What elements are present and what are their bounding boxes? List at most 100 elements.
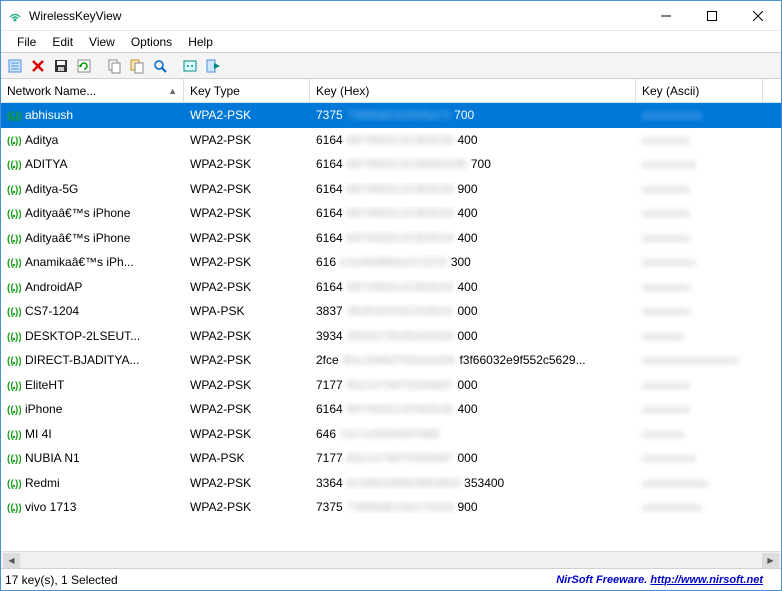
menu-edit[interactable]: Edit [44, 33, 81, 51]
tool-refresh-icon[interactable] [74, 56, 94, 76]
table-row[interactable]: (())Adityaâ€™s iPhoneWPA2-PSK61646974583… [1, 201, 781, 226]
table-row[interactable]: (())NUBIA N1WPA-PSK71776521474875556b970… [1, 446, 781, 471]
cell-network-name: (())EliteHT [1, 378, 184, 392]
cell-key-ascii: xxxxxxxx [636, 304, 763, 318]
maximize-button[interactable] [689, 1, 735, 31]
menu-options[interactable]: Options [123, 33, 180, 51]
cell-network-name: (())Adityaâ€™s iPhone [1, 206, 184, 220]
column-key-type[interactable]: Key Type [184, 79, 310, 102]
table-row[interactable]: (())MI 4IWPA2-PSK64616c7e5864697668xxxxx… [1, 422, 781, 447]
svg-text:)): )) [15, 405, 21, 415]
tool-exit-icon[interactable] [203, 56, 223, 76]
svg-text:((: (( [7, 356, 14, 366]
column-key-ascii[interactable]: Key (Ascii) [636, 79, 763, 102]
svg-text:)): )) [15, 332, 21, 342]
svg-text:((: (( [7, 283, 14, 293]
table-row[interactable]: (())abhisushWPA2-PSK7375736f6d6162646a73… [1, 103, 781, 128]
toolbar [1, 52, 781, 79]
cell-key-type: WPA2-PSK [184, 378, 310, 392]
svg-text:)): )) [15, 381, 21, 391]
menubar: File Edit View Options Help [1, 31, 781, 52]
table-row[interactable]: (())DESKTOP-2LSEUT...WPA2-PSK39343839373… [1, 324, 781, 349]
svg-text:((: (( [7, 454, 14, 464]
cell-key-type: WPA2-PSK [184, 329, 310, 343]
table-row[interactable]: (())AndroidAPWPA2-PSK6164697458313236353… [1, 275, 781, 300]
cell-key-ascii: xxxxxxxx [636, 402, 763, 416]
menu-file[interactable]: File [9, 33, 44, 51]
tool-properties-icon[interactable] [5, 56, 25, 76]
column-key-hex[interactable]: Key (Hex) [310, 79, 636, 102]
cell-key-ascii: xxxxxxxx [636, 231, 763, 245]
tool-copy-icon[interactable] [104, 56, 124, 76]
list-header: Network Name...▲ Key Type Key (Hex) Key … [1, 79, 781, 103]
tool-save-icon[interactable] [51, 56, 71, 76]
cell-key-hex: 616e1b49d98da313233300 [310, 255, 636, 269]
svg-text:)): )) [15, 160, 21, 170]
table-row[interactable]: (())CS7-1204WPA-PSK383736353433323165310… [1, 299, 781, 324]
cell-key-type: WPA2-PSK [184, 255, 310, 269]
cell-key-hex: 7375736f6d6162646a73700 [310, 108, 636, 122]
table-row[interactable]: (())Adityaâ€™s iPhoneWPA2-PSK61646974583… [1, 226, 781, 251]
table-row[interactable]: (())DIRECT-BJADITYA...WPA2-PSK2fce80c184… [1, 348, 781, 373]
cell-network-name: (())CS7-1204 [1, 304, 184, 318]
scroll-right-button[interactable]: ▶ [762, 553, 779, 568]
svg-text:)): )) [15, 454, 21, 464]
statusbar: 17 key(s), 1 Selected NirSoft Freeware. … [1, 568, 781, 590]
cell-key-ascii: xxxxxxxxxxx [636, 476, 763, 490]
cell-network-name: (())NUBIA N1 [1, 451, 184, 465]
table-row[interactable]: (())iPhoneWPA2-PSK6164697458313236353540… [1, 397, 781, 422]
cell-key-ascii: xxxxxxxx [636, 378, 763, 392]
table-row[interactable]: (())Aditya-5GWPA2-PSK6164697458313236353… [1, 177, 781, 202]
cell-key-type: WPA2-PSK [184, 427, 310, 441]
cell-key-type: WPA2-PSK [184, 231, 310, 245]
table-row[interactable]: (())Anamikaâ€™s iPh...WPA2-PSK616e1b49d9… [1, 250, 781, 275]
cell-key-type: WPA-PSK [184, 304, 310, 318]
column-network-name[interactable]: Network Name...▲ [1, 79, 184, 102]
svg-text:((: (( [7, 209, 14, 219]
close-button[interactable] [735, 1, 781, 31]
cell-key-ascii: xxxxxxxxx [636, 255, 763, 269]
menu-help[interactable]: Help [180, 33, 221, 51]
window-title: WirelessKeyView [29, 9, 643, 23]
cell-network-name: (())abhisush [1, 108, 184, 122]
svg-text:((: (( [7, 258, 14, 268]
svg-text:((: (( [7, 381, 14, 391]
svg-text:((: (( [7, 430, 14, 440]
cell-key-type: WPA2-PSK [184, 353, 310, 367]
table-row[interactable]: (())vivo 1713WPA2-PSK737573686d614b17343… [1, 495, 781, 520]
table-row[interactable]: (())ADITYAWPA2-PSK6164697458313236583435… [1, 152, 781, 177]
menu-view[interactable]: View [81, 33, 123, 51]
scroll-left-button[interactable]: ◀ [3, 553, 20, 568]
svg-text:)): )) [15, 234, 21, 244]
cell-key-hex: 61646974583132363539900 [310, 182, 636, 196]
cell-key-type: WPA2-PSK [184, 476, 310, 490]
tool-copy-all-icon[interactable] [127, 56, 147, 76]
cell-network-name: (())Redmi [1, 476, 184, 490]
cell-key-hex: 71776521474875556b97000 [310, 451, 636, 465]
tool-delete-icon[interactable] [28, 56, 48, 76]
cell-key-type: WPA2-PSK [184, 182, 310, 196]
svg-text:)): )) [15, 479, 21, 489]
cell-key-ascii: xxxxxxxx [636, 280, 763, 294]
svg-text:((: (( [7, 185, 14, 195]
nirsoft-link[interactable]: http://www.nirsoft.net [650, 574, 763, 586]
cell-key-hex: 61646974583132363535400 [310, 133, 636, 147]
table-row[interactable]: (())EliteHTWPA2-PSK71776521474875556b970… [1, 373, 781, 398]
cell-key-type: WPA2-PSK [184, 157, 310, 171]
tool-options-icon[interactable] [180, 56, 200, 76]
table-row[interactable]: (())RedmiWPA2-PSK33646138633066398380335… [1, 471, 781, 496]
cell-key-ascii: xxxxxxxxx [636, 451, 763, 465]
table-row[interactable]: (())AdityaWPA2-PSK6164697458313236353540… [1, 128, 781, 153]
tool-find-icon[interactable] [150, 56, 170, 76]
svg-text:)): )) [15, 111, 21, 121]
cell-key-ascii: xxxxxxxx [636, 206, 763, 220]
cell-key-hex: 71776521474875556b97000 [310, 378, 636, 392]
cell-key-ascii: xxxxxxxxx [636, 157, 763, 171]
horizontal-scrollbar[interactable]: ◀ ▶ [1, 551, 781, 568]
minimize-button[interactable] [643, 1, 689, 31]
app-icon [7, 8, 23, 24]
cell-key-ascii: xxxxxxxxxxxxxxxx [636, 353, 763, 367]
list-body[interactable]: (())abhisush WPA2-PSK 7375736f6d6162646a73… [1, 103, 781, 551]
scroll-track[interactable] [20, 553, 762, 568]
sort-ascending-icon: ▲ [168, 86, 177, 96]
